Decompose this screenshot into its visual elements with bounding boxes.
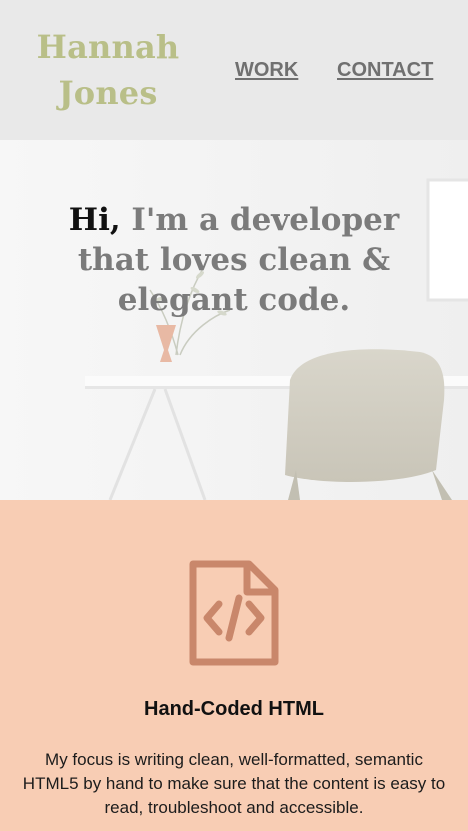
hero-greeting: Hi, bbox=[68, 202, 121, 238]
logo-last-name: Jones bbox=[58, 74, 158, 112]
logo-first-name: Hannah bbox=[36, 28, 180, 66]
hero-background-image bbox=[0, 140, 468, 500]
nav-link-work[interactable]: WORK bbox=[235, 58, 298, 82]
hero-headline-rest: I'm a developer that loves clean & elega… bbox=[77, 202, 400, 318]
feature-description: My focus is writing clean, well-formatte… bbox=[22, 750, 446, 817]
hero-headline: Hi, I'm a developer that loves clean & e… bbox=[40, 200, 428, 320]
hero-section: Hi, I'm a developer that loves clean & e… bbox=[0, 140, 468, 500]
site-logo[interactable]: Hannah Jones bbox=[26, 24, 190, 116]
feature-title: Hand-Coded HTML bbox=[144, 698, 324, 720]
site-header: Hannah Jones WORK CONTACT bbox=[0, 0, 468, 140]
nav-link-contact[interactable]: CONTACT bbox=[337, 58, 433, 82]
code-file-icon bbox=[189, 560, 279, 666]
features-section: Hand-Coded HTML My focus is writing clea… bbox=[0, 500, 468, 831]
